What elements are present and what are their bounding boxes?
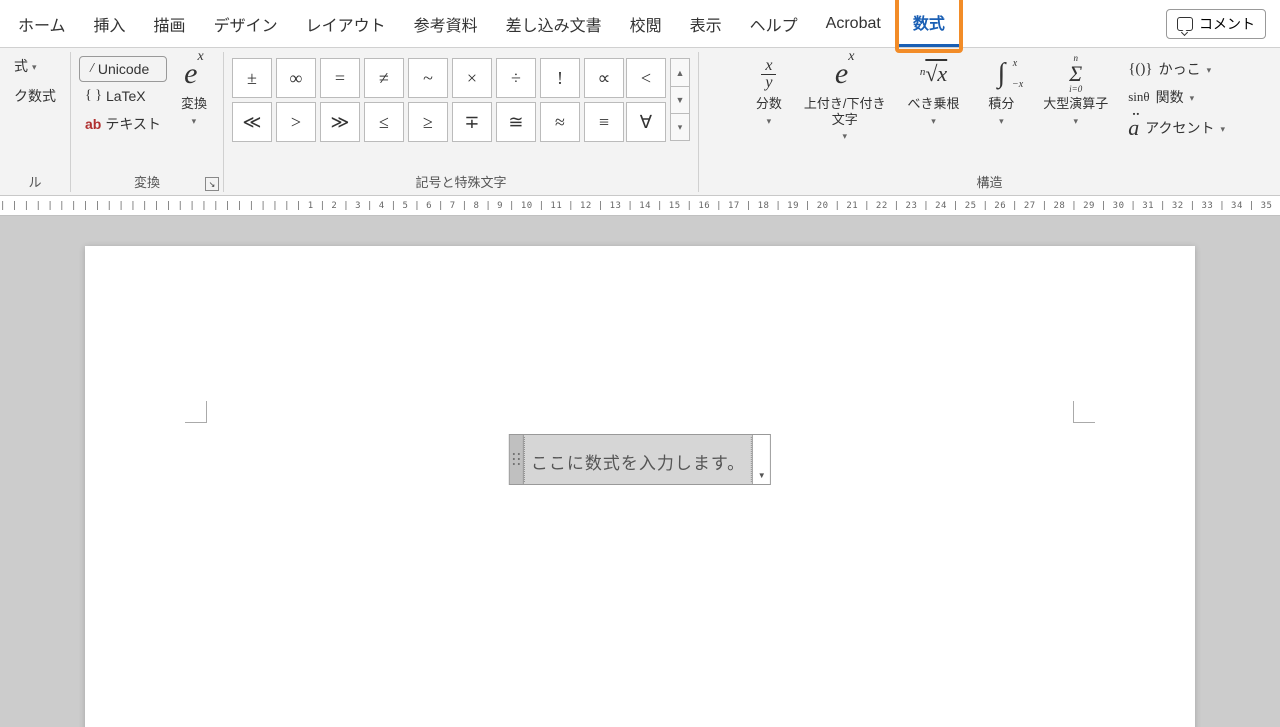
- ab-icon: ab: [85, 116, 101, 132]
- integral-button[interactable]: ∫x−x 積分 ▾: [974, 52, 1030, 129]
- function-icon: sinθ: [1128, 89, 1149, 105]
- symbol-equals[interactable]: =: [320, 58, 360, 98]
- dialog-launcher-convert[interactable]: ↘: [205, 177, 219, 191]
- horizontal-ruler[interactable]: | | | | | | | | | | | | | | | | | | | | …: [0, 196, 1280, 216]
- chevron-down-icon: ▾: [1190, 93, 1195, 104]
- tab-mailings[interactable]: 差し込み文書: [492, 2, 616, 46]
- braces-icon: { }: [85, 88, 102, 104]
- symbols-expand[interactable]: ▾: [671, 113, 689, 140]
- margin-marker-top-left: [185, 401, 207, 423]
- radical-button[interactable]: n√x べき乗根 ▾: [900, 52, 968, 129]
- symbol-divide[interactable]: ÷: [496, 58, 536, 98]
- large-operator-button[interactable]: nΣi=0 大型演算子 ▾: [1035, 52, 1116, 129]
- tab-layout[interactable]: レイアウト: [292, 2, 400, 46]
- chevron-down-icon: ▾: [842, 131, 847, 142]
- chevron-down-icon: ▾: [32, 62, 37, 73]
- chevron-down-icon: ▾: [1073, 116, 1078, 127]
- fraction-button[interactable]: x y 分数 ▾: [748, 52, 790, 129]
- symbol-geq[interactable]: ≥: [408, 102, 448, 142]
- symbol-greater[interactable]: >: [276, 102, 316, 142]
- ribbon-tabs: ホーム 挿入 描画 デザイン レイアウト 参考資料 差し込み文書 校閲 表示 ヘ…: [0, 0, 1280, 48]
- tab-equation[interactable]: 数式: [899, 0, 959, 47]
- unicode-button[interactable]: / Unicode: [79, 56, 167, 82]
- chevron-down-icon: ▾: [1207, 65, 1212, 76]
- tab-home[interactable]: ホーム: [4, 2, 80, 46]
- ribbon: 式 ▾ ク数式 ル / Unicode { } LaTeX ab: [0, 48, 1280, 196]
- symbols-scroll-up[interactable]: ▲: [671, 59, 689, 86]
- group-label-structures: 構造: [707, 170, 1272, 193]
- chevron-down-icon: ▾: [767, 116, 772, 127]
- group-structures: x y 分数 ▾ ex 上付き/下付き 文字 ▾ n√x べき乗根 ▾ ∫x−x…: [699, 48, 1280, 195]
- comments-label: コメント: [1199, 14, 1255, 34]
- script-icon: ex: [835, 57, 855, 91]
- symbol-plusminus[interactable]: ±: [232, 58, 272, 98]
- document-area: ここに数式を入力します。: [0, 216, 1280, 727]
- margin-marker-top-right: [1073, 401, 1095, 423]
- chevron-down-icon: ▾: [1221, 124, 1226, 135]
- symbol-leq[interactable]: ≤: [364, 102, 404, 142]
- latex-button[interactable]: { } LaTeX: [79, 84, 167, 108]
- symbol-forall[interactable]: ∀: [626, 102, 666, 142]
- tab-references[interactable]: 参考資料: [400, 2, 492, 46]
- group-conversions: / Unicode { } LaTeX ab テキスト ex 変換 ▾ 変換 ↘: [71, 48, 223, 195]
- symbol-times[interactable]: ×: [452, 58, 492, 98]
- chevron-down-icon: ▾: [999, 116, 1004, 127]
- symbol-proportional[interactable]: ∝: [584, 58, 624, 98]
- ruler-ticks: | | | | | | | | | | | | | | | | | | | | …: [0, 201, 1280, 211]
- tab-acrobat[interactable]: Acrobat: [812, 5, 895, 43]
- equation-drag-handle[interactable]: [510, 435, 524, 484]
- sum-icon: nΣi=0: [1069, 54, 1082, 94]
- comment-icon: [1177, 17, 1193, 31]
- symbols-scroll-down[interactable]: ▼: [671, 86, 689, 113]
- radical-icon: n√x: [920, 61, 947, 87]
- tab-insert[interactable]: 挿入: [80, 2, 140, 46]
- symbol-infinity[interactable]: ∞: [276, 58, 316, 98]
- group-label-symbols: 記号と特殊文字: [232, 170, 690, 193]
- convert-button[interactable]: ex 変換 ▾: [173, 52, 215, 129]
- accent-button[interactable]: a アクセント ▾: [1122, 112, 1231, 144]
- tab-draw[interactable]: 描画: [140, 2, 200, 46]
- tab-equation-highlight: 数式: [895, 0, 963, 53]
- comments-button[interactable]: コメント: [1166, 9, 1266, 39]
- slash-icon: /: [90, 61, 94, 77]
- group-label-convert: 変換: [79, 170, 215, 193]
- symbols-scroll: ▲ ▼ ▾: [670, 58, 690, 141]
- symbol-congruent[interactable]: ≅: [496, 102, 536, 142]
- ink-equation-button[interactable]: ク数式: [8, 82, 62, 110]
- symbol-notequal[interactable]: ≠: [364, 58, 404, 98]
- chevron-down-icon: ▾: [931, 116, 936, 127]
- symbol-muchgreater[interactable]: ≫: [320, 102, 360, 142]
- tab-view[interactable]: 表示: [676, 2, 736, 46]
- symbol-minusplus[interactable]: ∓: [452, 102, 492, 142]
- tab-design[interactable]: デザイン: [200, 2, 292, 46]
- script-button[interactable]: ex 上付き/下付き 文字 ▾: [796, 52, 894, 144]
- symbol-tilde[interactable]: ~: [408, 58, 448, 98]
- text-button[interactable]: ab テキスト: [79, 110, 167, 138]
- symbol-approx[interactable]: ≈: [540, 102, 580, 142]
- bracket-button[interactable]: {()} かっこ ▾: [1122, 56, 1231, 82]
- symbol-identical[interactable]: ≡: [584, 102, 624, 142]
- equation-input[interactable]: ここに数式を入力します。: [524, 437, 752, 482]
- group-label-tools-partial: ル: [8, 170, 62, 193]
- fraction-icon: x y: [761, 58, 776, 91]
- equation-editor[interactable]: ここに数式を入力します。: [509, 434, 771, 485]
- page[interactable]: ここに数式を入力します。: [85, 246, 1195, 727]
- group-symbols: ± ∞ = ≠ ~ × ÷ ! ∝ ≪ > ≫ ≤ ≥ ∓ ≅: [224, 48, 698, 195]
- ex-convert-icon: ex: [184, 57, 204, 91]
- symbol-muchless[interactable]: ≪: [232, 102, 272, 142]
- symbol-less[interactable]: <: [626, 58, 666, 98]
- chevron-down-icon: ▾: [192, 116, 197, 127]
- accent-icon: a: [1128, 115, 1139, 141]
- tab-review[interactable]: 校閲: [616, 2, 676, 46]
- tab-help[interactable]: ヘルプ: [736, 2, 812, 46]
- group-tools-partial: 式 ▾ ク数式 ル: [0, 48, 70, 195]
- symbol-grid: ± ∞ = ≠ ~ × ÷ ! ∝ ≪ > ≫ ≤ ≥ ∓ ≅: [232, 58, 624, 142]
- integral-icon: ∫x−x: [998, 58, 1006, 90]
- symbol-factorial[interactable]: !: [540, 58, 580, 98]
- bracket-icon: {()}: [1128, 61, 1152, 78]
- equation-gallery-partial[interactable]: 式 ▾: [8, 52, 62, 80]
- equation-options-dropdown[interactable]: [752, 435, 770, 484]
